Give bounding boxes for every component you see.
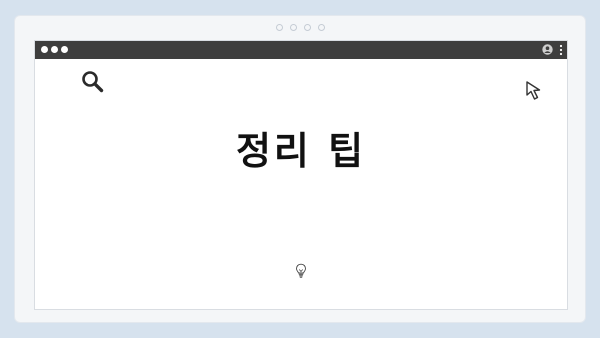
window-control-dot[interactable] xyxy=(41,46,48,53)
browser-window: 정리 팁 xyxy=(34,40,568,310)
window-control-dot[interactable] xyxy=(61,46,68,53)
user-icon[interactable] xyxy=(542,44,553,55)
page-title: 정리 팁 xyxy=(235,129,367,173)
search-icon xyxy=(82,71,104,93)
lightbulb-icon xyxy=(296,263,306,278)
cursor-icon xyxy=(526,81,541,100)
browser-titlebar xyxy=(35,41,567,59)
window-control-dot[interactable] xyxy=(51,46,58,53)
window-dot xyxy=(303,24,311,31)
window-controls xyxy=(41,46,68,53)
kebab-menu-icon[interactable] xyxy=(559,44,563,56)
window-dot xyxy=(289,24,297,31)
window-top-dots xyxy=(15,24,585,36)
presentation-window: 정리 팁 xyxy=(15,16,585,322)
window-dot xyxy=(275,24,283,31)
window-dot xyxy=(317,24,325,31)
